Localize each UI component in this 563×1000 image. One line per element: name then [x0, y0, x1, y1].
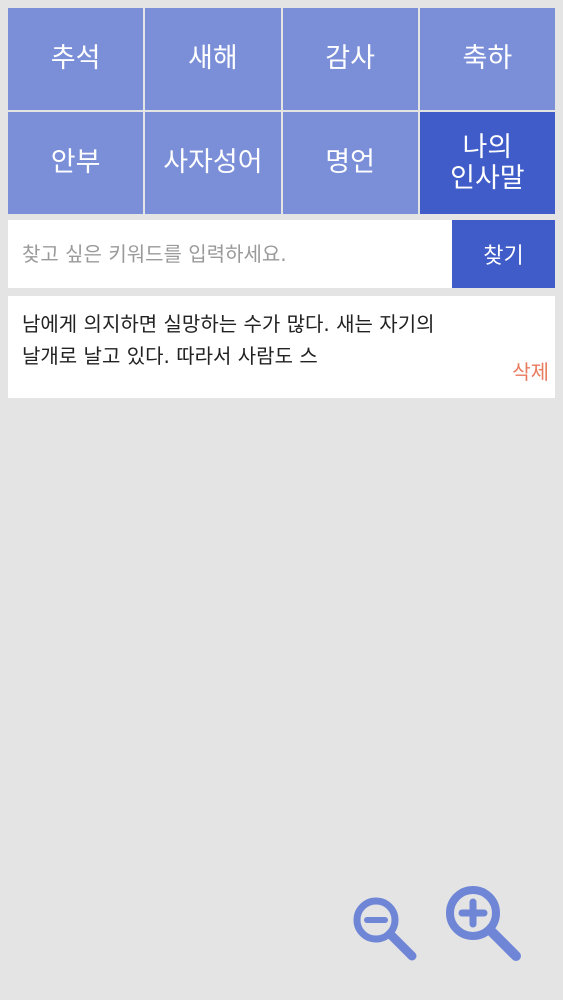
category-label: 새해 [188, 43, 238, 75]
search-button[interactable]: 찾기 [452, 220, 555, 288]
search-bar: 찾기 [8, 220, 555, 288]
category-label: 축하 [462, 43, 513, 75]
category-label: 감사 [325, 43, 375, 75]
category-label: 나의 인사말 [450, 131, 525, 194]
search-input[interactable] [8, 220, 452, 288]
zoom-out-button[interactable] [348, 892, 420, 964]
category-thanks-button[interactable]: 감사 [282, 8, 418, 110]
category-chuseok-button[interactable]: 추석 [8, 8, 144, 110]
category-label: 추석 [50, 43, 101, 75]
greeting-text: 남에게 의지하면 실망하는 수가 많다. 새는 자기의 날개로 날고 있다. 따… [22, 312, 435, 368]
greeting-card[interactable]: 남에게 의지하면 실망하는 수가 많다. 새는 자기의 날개로 날고 있다. 따… [8, 296, 555, 398]
category-label: 사자성어 [163, 147, 263, 179]
search-button-label: 찾기 [483, 244, 524, 269]
app-screen: 추석 새해 감사 축하 안부 사자성어 명언 나의 인사말 찾기 남에게 의지하… [0, 0, 563, 1000]
category-grid: 추석 새해 감사 축하 안부 사자성어 명언 나의 인사말 [8, 8, 555, 214]
zoom-out-icon [353, 897, 417, 961]
category-greetings-button[interactable]: 안부 [8, 112, 144, 214]
category-congrats-button[interactable]: 축하 [419, 8, 555, 110]
category-new-year-button[interactable]: 새해 [145, 8, 281, 110]
category-idioms-button[interactable]: 사자성어 [145, 112, 281, 214]
delete-button[interactable]: 삭제 [512, 356, 549, 385]
category-quotes-button[interactable]: 명언 [282, 112, 418, 214]
category-my-greetings-button[interactable]: 나의 인사말 [419, 112, 555, 214]
zoom-in-icon [446, 886, 521, 961]
zoom-in-button[interactable] [440, 880, 524, 964]
category-label: 명언 [325, 147, 375, 179]
category-label: 안부 [50, 147, 101, 179]
